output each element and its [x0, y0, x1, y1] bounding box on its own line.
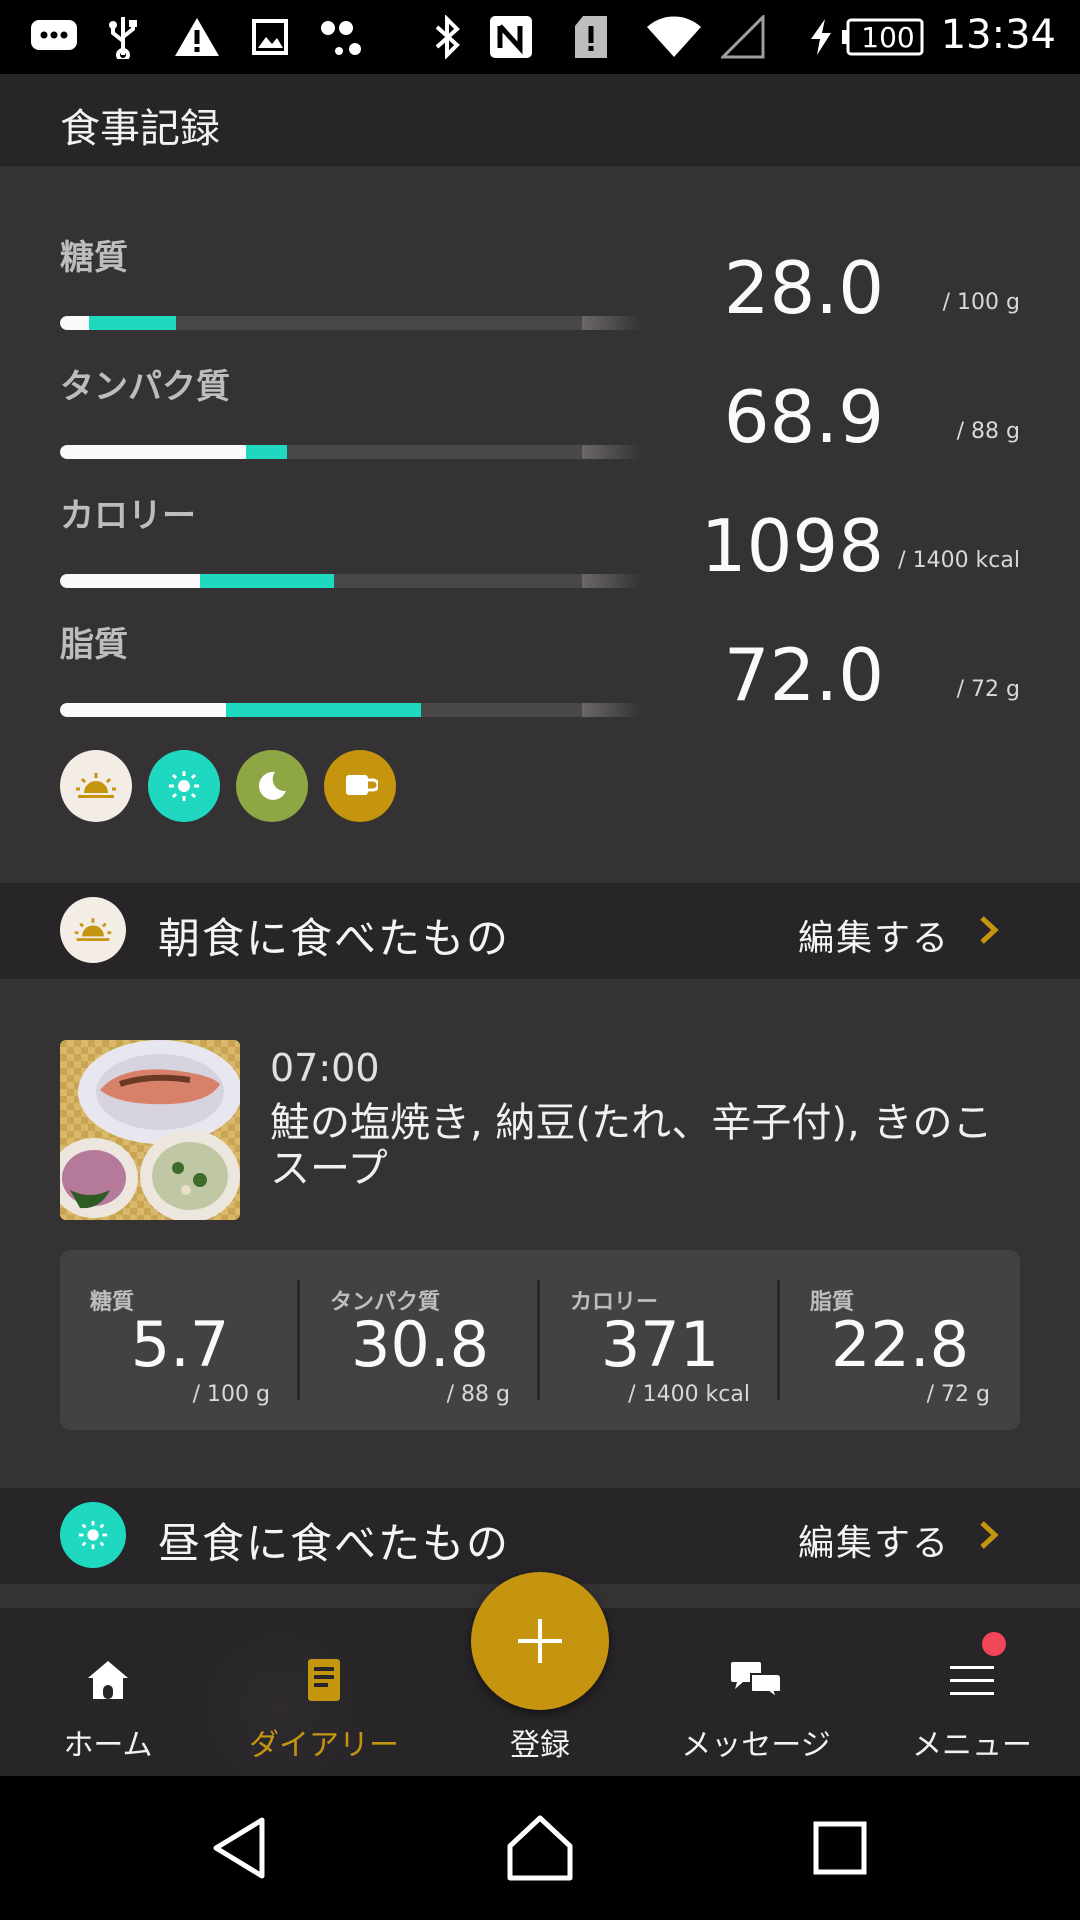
- system-navigation-bar: [0, 1776, 1080, 1920]
- nav-label: メニュー: [912, 1728, 1032, 1763]
- breakfast-icon: [60, 897, 126, 963]
- lunch-icon: [60, 1502, 126, 1568]
- signal-icon: [720, 14, 766, 60]
- summary-fat: 脂質 22.8 / 72 g: [780, 1250, 1020, 1430]
- nutrient-label: 糖質: [60, 238, 128, 278]
- nutrient-value: 28.0: [723, 246, 884, 330]
- notification-badge: [982, 1632, 1006, 1656]
- battery-icon: 100: [842, 14, 926, 60]
- plus-icon: [518, 1619, 562, 1663]
- summary-carbs: 糖質 5.7 / 100 g: [60, 1250, 300, 1430]
- nav-menu[interactable]: メニュー: [864, 1608, 1080, 1776]
- meal-description[interactable]: 鮭の塩焼き, 納豆(たれ、辛子付), きのこスープ: [270, 1100, 1030, 1192]
- nutrient-value: 68.9: [723, 375, 884, 459]
- nutrient-max: / 100 g: [942, 290, 1020, 315]
- nutrient-max: / 1400 kcal: [898, 548, 1020, 573]
- summary-value: 30.8: [350, 1308, 490, 1381]
- section-title: 昼食に食べたもの: [158, 1519, 511, 1568]
- battery-level: 100: [861, 20, 915, 54]
- summary-value: 371: [600, 1308, 720, 1381]
- recents-icon[interactable]: [804, 1812, 876, 1884]
- usb-icon: [106, 14, 140, 60]
- summary-calories: カロリー 371 / 1400 kcal: [540, 1250, 780, 1430]
- back-icon[interactable]: [206, 1812, 278, 1884]
- nav-diary[interactable]: ダイアリー: [216, 1608, 432, 1776]
- nutrient-max: / 88 g: [956, 419, 1020, 444]
- clock: 13:34: [940, 12, 1056, 58]
- charging-icon: [808, 14, 834, 60]
- warning-icon: [172, 14, 222, 60]
- message-icon: [726, 1650, 786, 1710]
- nutrient-calories: カロリー 1098 / 1400 kcal: [0, 488, 1080, 616]
- summary-protein: タンパク質 30.8 / 88 g: [300, 1250, 540, 1430]
- summary-max: / 72 g: [926, 1382, 990, 1407]
- image-icon: [250, 14, 290, 60]
- summary-value: 5.7: [130, 1308, 230, 1381]
- nav-label: メッセージ: [681, 1728, 831, 1763]
- chevron-right-icon: [980, 1521, 999, 1549]
- summary-max: / 1400 kcal: [628, 1382, 750, 1407]
- summary-max: / 88 g: [446, 1382, 510, 1407]
- nfc-icon: [486, 14, 536, 60]
- meal-nutrient-summary: 糖質 5.7 / 100 g タンパク質 30.8 / 88 g カロリー 37…: [60, 1250, 1020, 1430]
- app-bar: 食事記録: [0, 74, 1080, 166]
- assistant-icon: [318, 14, 366, 60]
- nutrient-fat: 脂質 72.0 / 72 g: [0, 617, 1080, 745]
- snack-icon[interactable]: [324, 750, 396, 822]
- nav-home[interactable]: ホーム: [0, 1608, 216, 1776]
- nutrient-label: 脂質: [60, 625, 128, 665]
- edit-breakfast-button[interactable]: 編集する: [798, 909, 950, 961]
- edit-lunch-button[interactable]: 編集する: [798, 1514, 950, 1566]
- meal-filter-row: [60, 750, 396, 822]
- sim-alert-icon: [572, 14, 610, 60]
- breakfast-icon[interactable]: [60, 750, 132, 822]
- nutrient-label: タンパク質: [60, 367, 230, 407]
- content-area[interactable]: 糖質 28.0 / 100 g タンパク質 68.9 / 88 g カロリー 1…: [0, 166, 1080, 1608]
- summary-max: / 100 g: [192, 1382, 270, 1407]
- add-record-button[interactable]: [471, 1572, 609, 1710]
- home-button-icon[interactable]: [504, 1812, 576, 1884]
- nutrient-value: 1098: [700, 504, 884, 588]
- lunch-section-header[interactable]: 昼食に食べたもの 編集する: [0, 1488, 1080, 1584]
- menu-icon: [942, 1650, 1002, 1710]
- nav-label: ダイアリー: [249, 1728, 399, 1763]
- nutrient-progress-bar: [60, 703, 642, 717]
- bluetooth-icon: [432, 14, 464, 60]
- wifi-icon: [644, 14, 704, 60]
- page-title: 食事記録: [60, 106, 220, 152]
- status-bar: 100 13:34: [0, 0, 1080, 74]
- nutrient-label: カロリー: [60, 496, 196, 536]
- nutrient-max: / 72 g: [956, 677, 1020, 702]
- dinner-icon[interactable]: [236, 750, 308, 822]
- diary-icon: [294, 1650, 354, 1710]
- nutrient-value: 72.0: [723, 633, 884, 717]
- chevron-right-icon: [980, 916, 999, 944]
- nav-label: ホーム: [63, 1728, 153, 1763]
- nutrient-carbs: 糖質 28.0 / 100 g: [0, 230, 1080, 358]
- summary-value: 22.8: [830, 1308, 970, 1381]
- meal-time: 07:00: [270, 1046, 380, 1090]
- section-title: 朝食に食べたもの: [158, 914, 511, 963]
- home-icon: [78, 1650, 138, 1710]
- nav-label: 登録: [510, 1728, 570, 1763]
- nutrient-progress-bar: [60, 574, 642, 588]
- meal-photo[interactable]: [60, 1040, 240, 1220]
- nav-messages[interactable]: メッセージ: [648, 1608, 864, 1776]
- chat-icon: [28, 14, 80, 60]
- nutrient-progress-bar: [60, 316, 642, 330]
- nutrient-progress-bar: [60, 445, 642, 459]
- breakfast-section-header[interactable]: 朝食に食べたもの 編集する: [0, 883, 1080, 979]
- lunch-icon[interactable]: [148, 750, 220, 822]
- nutrient-protein: タンパク質 68.9 / 88 g: [0, 359, 1080, 487]
